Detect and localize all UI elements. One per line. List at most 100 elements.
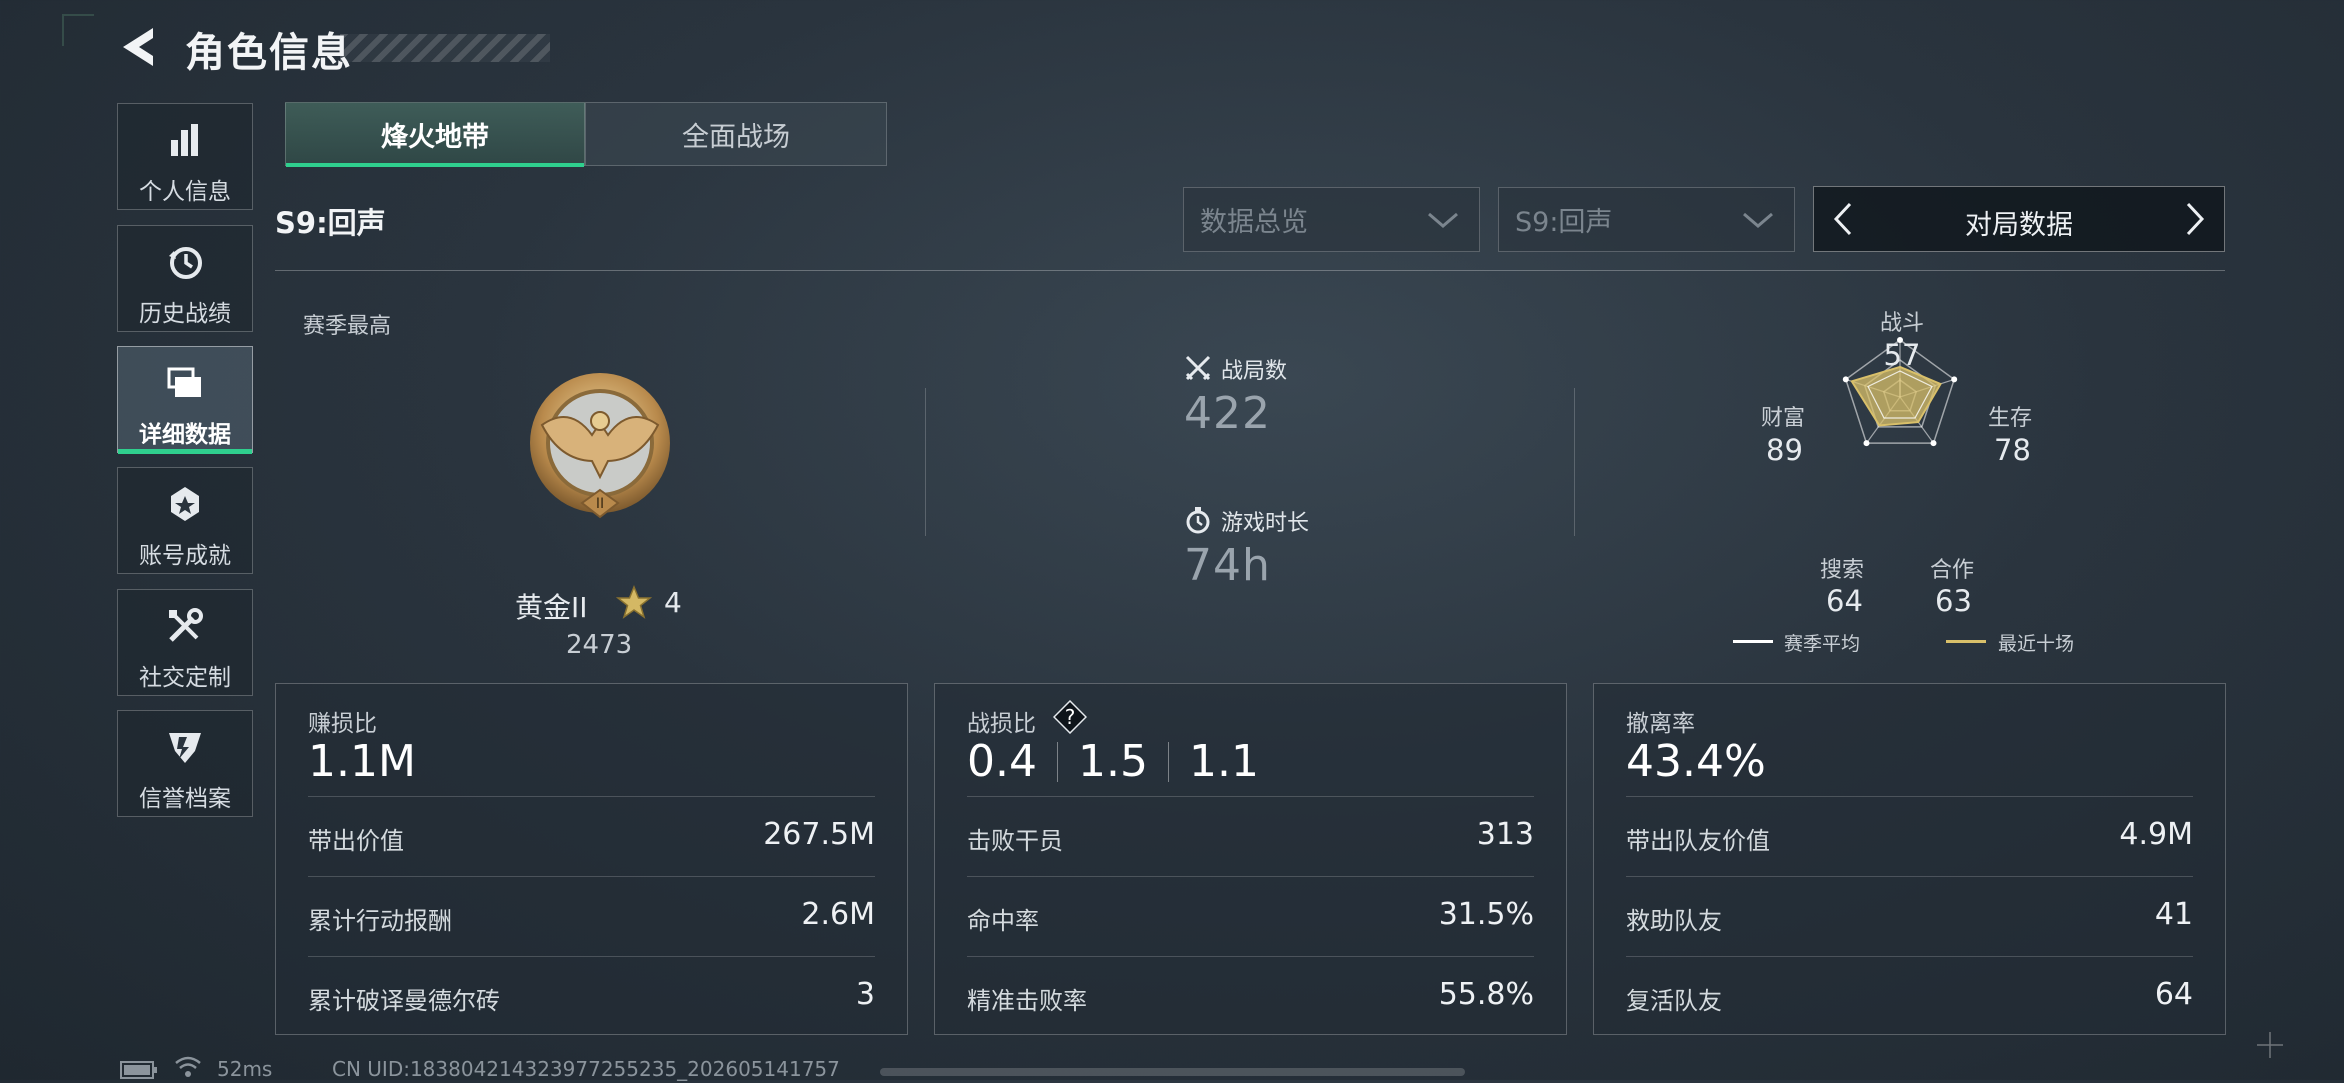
stat-row: 命中率 31.5% xyxy=(967,876,1534,955)
stat-key: 救助队友 xyxy=(1626,907,1722,935)
stat-key: 带出队友价值 xyxy=(1626,827,1770,855)
radar-axis-value: 89 xyxy=(1766,433,1803,467)
uid-text: CN UID:183804214323977255235_20260514175… xyxy=(332,1057,840,1081)
scrollbar[interactable] xyxy=(880,1068,1465,1076)
stat-value: 55.8% xyxy=(1438,977,1534,1012)
sidebar-item-personal-info[interactable]: 个人信息 xyxy=(117,103,253,210)
tab-quanmian[interactable]: 全面战场 xyxy=(585,102,887,166)
back-button[interactable] xyxy=(115,22,165,72)
stopwatch-icon xyxy=(1184,506,1212,538)
radar-axis-label: 生存 xyxy=(1988,406,2033,431)
stat-value: 2.6M xyxy=(801,897,875,932)
panel-value: 0.4 1.5 1.1 xyxy=(967,736,1259,787)
stat-value: 4.9M xyxy=(2119,817,2193,852)
rank-badge-icon: II xyxy=(520,365,680,525)
panel-title: 赚损比 xyxy=(308,711,377,737)
radar-axis-label: 财富 xyxy=(1761,406,1806,431)
sidebar-item-social[interactable]: 社交定制 xyxy=(117,589,253,696)
data-mode-switcher: 对局数据 xyxy=(1813,186,2225,252)
star-icon xyxy=(615,585,653,625)
bar-chart-icon xyxy=(171,124,198,156)
back-arrow-icon xyxy=(123,28,153,66)
panel-value: 1.1M xyxy=(308,736,416,787)
sidebar-item-label: 账号成就 xyxy=(139,543,231,569)
tools-icon xyxy=(169,608,203,642)
season-dropdown[interactable]: S9:回声 xyxy=(1498,187,1795,252)
sidebar-item-label: 个人信息 xyxy=(139,179,231,205)
radar-axis-label: 合作 xyxy=(1930,558,1975,583)
help-icon[interactable]: ? xyxy=(1052,699,1088,738)
chevron-down-icon xyxy=(1428,212,1458,228)
chevron-down-icon xyxy=(1743,212,1773,228)
overview-dropdown[interactable]: 数据总览 xyxy=(1183,187,1480,252)
rank-name: 黄金II xyxy=(515,591,588,624)
kd-value: 1.1 xyxy=(1188,736,1259,787)
kd-value: 0.4 xyxy=(967,736,1037,787)
next-mode-button[interactable] xyxy=(2170,187,2220,251)
legend-label: 赛季平均 xyxy=(1784,633,1861,655)
stat-row: 复活队友 64 xyxy=(1626,956,2193,1035)
crosshair-icon xyxy=(2255,1030,2285,1064)
radar-axis-value: 57 xyxy=(1883,338,1921,372)
chevron-right-icon xyxy=(2186,202,2205,236)
playtime-label: 游戏时长 xyxy=(1221,511,1310,536)
ping-value: 52ms xyxy=(217,1057,273,1081)
panel-title: 战损比 xyxy=(967,711,1036,737)
sidebar-item-achievements[interactable]: 账号成就 xyxy=(117,467,253,574)
legend-swatch-season xyxy=(1733,640,1773,643)
sidebar-item-history[interactable]: 历史战绩 xyxy=(117,225,253,332)
matches-label: 战局数 xyxy=(1221,359,1288,384)
sidebar-item-reputation[interactable]: 信誉档案 xyxy=(117,710,253,817)
sidebar-item-detailed-data[interactable]: 详细数据 xyxy=(117,346,253,454)
radar-axis-value: 63 xyxy=(1935,584,1972,618)
page-title: 角色信息 xyxy=(185,30,353,76)
stat-value: 267.5M xyxy=(763,817,875,852)
swords-icon xyxy=(1184,354,1212,386)
radar-axis-label: 战斗 xyxy=(1879,311,1924,336)
season-label: S9:回声 xyxy=(275,206,386,240)
legend-label: 最近十场 xyxy=(1998,633,2075,655)
stat-row: 带出队友价值 4.9M xyxy=(1626,796,2193,875)
corner-decoration xyxy=(62,14,94,46)
svg-text:II: II xyxy=(596,496,604,512)
extraction-panel: 撤离率 43.4% 带出队友价值 4.9M 救助队友 41 复活队友 64 xyxy=(1593,683,2226,1035)
stat-row: 累计破译曼德尔砖 3 xyxy=(308,956,875,1035)
kd-value: 1.5 xyxy=(1077,736,1148,787)
stat-row: 击败干员 313 xyxy=(967,796,1534,875)
rank-score: 2473 xyxy=(566,630,633,660)
medal-icon xyxy=(171,487,199,521)
svg-text:?: ? xyxy=(1065,705,1076,729)
stat-value: 31.5% xyxy=(1438,897,1534,932)
sidebar-item-label: 社交定制 xyxy=(139,665,231,691)
sidebar-item-label: 历史战绩 xyxy=(139,301,231,327)
stat-value: 313 xyxy=(1476,817,1534,852)
radar-axis-label: 搜索 xyxy=(1820,558,1865,583)
stat-value: 3 xyxy=(855,977,875,1012)
history-clock-icon xyxy=(169,247,202,279)
stat-key: 累计行动报酬 xyxy=(308,907,452,935)
radar-axis-value: 64 xyxy=(1826,584,1863,618)
stat-row: 救助队友 41 xyxy=(1626,876,2193,955)
rank-stars: 4 xyxy=(664,586,682,619)
dropdown-value: 数据总览 xyxy=(1200,207,1308,238)
stat-key: 精准击败率 xyxy=(967,987,1087,1015)
divider xyxy=(1574,388,1575,536)
kd-separator xyxy=(1056,741,1058,782)
stat-key: 复活队友 xyxy=(1626,987,1722,1015)
mode-label: 对局数据 xyxy=(1965,210,2073,241)
stat-key: 命中率 xyxy=(967,907,1039,935)
kd-separator xyxy=(1167,741,1169,782)
stat-key: 击败干员 xyxy=(967,827,1063,855)
header-divider xyxy=(275,270,2225,271)
legend-swatch-recent xyxy=(1946,640,1986,643)
stat-key: 带出价值 xyxy=(308,827,404,855)
panel-value: 43.4% xyxy=(1626,736,1766,787)
title-decoration xyxy=(340,34,550,62)
matches-value: 422 xyxy=(1184,388,1271,439)
wifi-icon xyxy=(174,1054,202,1082)
season-best-label: 赛季最高 xyxy=(303,314,392,339)
sidebar-item-label: 信誉档案 xyxy=(139,786,231,812)
shield-emblem-icon xyxy=(169,733,201,763)
tab-fenghuo[interactable]: 烽火地带 xyxy=(285,102,585,167)
folder-stack-icon xyxy=(167,367,201,397)
